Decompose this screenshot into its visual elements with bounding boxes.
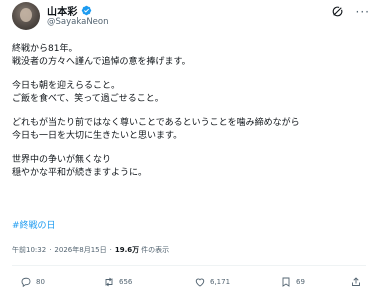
retweet-icon bbox=[105, 277, 113, 287]
bookmark-count: 69 bbox=[296, 278, 305, 286]
tweet-line: 穏やかな平和が続きますように。 bbox=[12, 168, 148, 178]
bookmark-icon bbox=[282, 277, 290, 287]
retweet-count: 656 bbox=[119, 278, 133, 286]
meta-separator: · bbox=[109, 246, 112, 254]
tweet-date[interactable]: 2026年8月15日 bbox=[54, 245, 106, 255]
tweet-text: 終戦から81年。 戦没者の方々へ謹んで追悼の意を捧げます。 今日も朝を迎えらるこ… bbox=[12, 43, 368, 180]
retweet-button[interactable]: 656 bbox=[103, 276, 132, 288]
divider bbox=[12, 265, 366, 266]
tweet-line: 戦没者の方々へ謹んで追悼の意を捧げます。 bbox=[12, 57, 191, 67]
share-icon bbox=[352, 277, 360, 286]
share-button[interactable] bbox=[350, 276, 366, 288]
tweet-line: 今日も朝を迎えらること。 bbox=[12, 81, 121, 91]
like-count: 6,171 bbox=[210, 278, 231, 286]
action-bar: 80 656 6,171 69 bbox=[12, 276, 368, 292]
grok-icon[interactable] bbox=[331, 5, 344, 18]
tweet-line: 終戦から81年。 bbox=[12, 44, 78, 54]
avatar-face bbox=[20, 8, 32, 22]
views-label: 件の表示 bbox=[141, 246, 170, 254]
hashtag-link[interactable]: #終戦の日 bbox=[12, 218, 56, 231]
tweet-line: 今日も一日を大切に生きたいと思います。 bbox=[12, 131, 183, 141]
avatar[interactable] bbox=[12, 2, 40, 30]
tweet-header: 山本彩 @SayakaNeon ··· bbox=[0, 0, 378, 34]
meta-separator: · bbox=[49, 246, 52, 254]
tweet-line: 世界中の争いが無くなり bbox=[12, 155, 112, 165]
tweet-line: ご飯を食べて、笑って過ごせること。 bbox=[12, 94, 164, 104]
reply-count: 80 bbox=[36, 278, 45, 286]
tweet-time[interactable]: 午前10:32 bbox=[12, 245, 46, 255]
author-display-name[interactable]: 山本彩 bbox=[47, 3, 78, 18]
like-button[interactable]: 6,171 bbox=[194, 276, 230, 288]
verified-badge-icon bbox=[81, 5, 91, 15]
heart-icon bbox=[195, 278, 205, 287]
author-name-row[interactable]: 山本彩 bbox=[47, 3, 92, 18]
more-options-icon[interactable]: ··· bbox=[356, 6, 370, 18]
tweet-line: どれもが当たり前ではなく尊いことであるということを噛み締めながら bbox=[12, 118, 300, 128]
views-count: 19.6万 bbox=[114, 246, 140, 254]
bookmark-button[interactable]: 69 bbox=[280, 276, 305, 288]
reply-icon bbox=[21, 277, 31, 288]
header-actions: ··· bbox=[331, 5, 370, 18]
tweet-meta: 午前10:32 · 2026年8月15日 · 19.6万 件の表示 bbox=[12, 245, 169, 255]
author-handle[interactable]: @SayakaNeon bbox=[47, 17, 109, 27]
reply-button[interactable]: 80 bbox=[20, 276, 45, 288]
